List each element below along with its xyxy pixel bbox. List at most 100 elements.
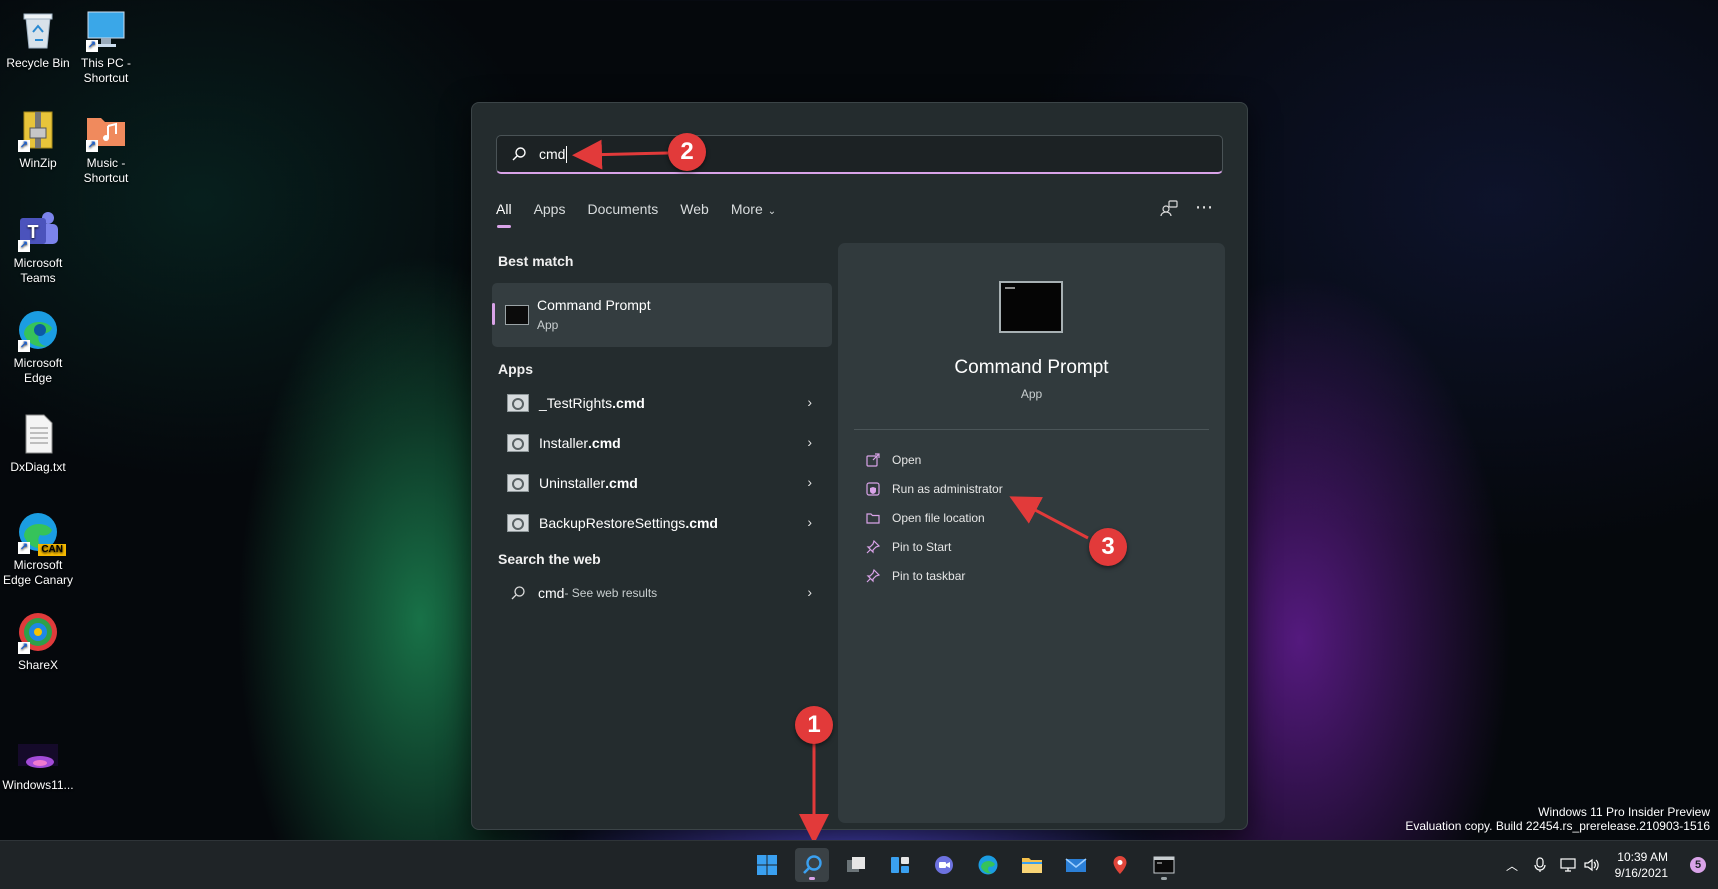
action-label: Pin to Start [892, 540, 952, 554]
tab-documents[interactable]: Documents [587, 201, 658, 217]
widgets-icon[interactable] [883, 848, 917, 882]
action-run-as-administrator[interactable]: Run as administrator [866, 478, 1003, 500]
action-pin-to-taskbar[interactable]: Pin to taskbar [866, 565, 965, 587]
system-tray: ︿ [1506, 841, 1600, 889]
sharex-icon: ↗ [16, 610, 60, 654]
desktop-icon-label: ShareX [17, 658, 59, 672]
desktop-icon-label: Microsoft Teams [13, 256, 63, 285]
results-list: Best match Command Prompt App Apps _Test… [492, 253, 832, 613]
desktop-icon-label: Recycle Bin [6, 56, 70, 70]
chevron-right-icon[interactable]: › [807, 474, 812, 490]
tab-more-label: More [730, 201, 763, 217]
command-prompt-large-icon [999, 281, 1063, 333]
web-query: cmd [538, 585, 565, 601]
mail-icon[interactable] [1059, 848, 1093, 882]
chevron-right-icon[interactable]: › [807, 584, 812, 600]
desktop-icon-this-pc[interactable]: ↗ This PC - Shortcut [68, 8, 144, 86]
action-label: Open file location [892, 511, 985, 525]
notification-badge[interactable]: 5 [1690, 857, 1706, 873]
item-name: Installer.cmd [539, 435, 621, 451]
running-indicator [1161, 877, 1167, 880]
list-item[interactable]: _TestRights.cmd › [492, 383, 832, 423]
chevron-right-icon[interactable]: › [807, 394, 812, 410]
search-web-heading: Search the web [498, 551, 601, 567]
list-item[interactable]: Installer.cmd › [492, 423, 832, 463]
annotation-badge-1: 1 [795, 706, 833, 744]
volume-icon[interactable] [1584, 858, 1600, 872]
desktop-icon-label: Music - Shortcut [83, 156, 129, 185]
action-pin-to-start[interactable]: Pin to Start [866, 536, 951, 558]
chevron-up-icon[interactable]: ︿ [1506, 857, 1518, 874]
desktop-icon-windows11-image[interactable]: Windows11... [0, 730, 76, 793]
shortcut-arrow-icon: ↗ [86, 140, 98, 152]
edge-icon[interactable] [971, 848, 1005, 882]
microphone-icon[interactable] [1534, 857, 1546, 873]
chevron-down-icon: ⌄ [767, 206, 777, 217]
active-indicator [809, 877, 815, 880]
shortcut-arrow-icon: ↗ [18, 542, 30, 554]
desktop-icon-sharex[interactable]: ↗ ShareX [0, 610, 76, 673]
chat-icon[interactable] [927, 848, 961, 882]
shortcut-arrow-icon: ↗ [18, 140, 30, 152]
best-match-type: App [537, 318, 559, 332]
item-name: BackupRestoreSettings.cmd [539, 515, 718, 531]
item-name: _TestRights.cmd [539, 395, 645, 411]
task-view-icon[interactable] [839, 848, 873, 882]
shortcut-arrow-icon: ↗ [18, 340, 30, 352]
annotation-badge-3: 3 [1089, 528, 1127, 566]
tab-web[interactable]: Web [680, 201, 709, 217]
clock[interactable]: 10:39 AM 9/16/2021 [1615, 849, 1668, 881]
desktop-icon-label: Windows11... [2, 778, 74, 792]
svg-text:T: T [28, 222, 39, 242]
web-search-item[interactable]: cmd - See web results › [492, 573, 832, 613]
shortcut-arrow-icon: ↗ [18, 642, 30, 654]
command-prompt-icon[interactable] [1147, 848, 1181, 882]
selection-indicator [492, 303, 495, 325]
more-options-icon[interactable]: ⋯ [1193, 198, 1215, 221]
cmd-file-icon [507, 514, 529, 532]
folder-icon [866, 513, 880, 524]
detail-type: App [1020, 387, 1043, 401]
web-results-hint: - See web results [564, 586, 658, 600]
list-item[interactable]: BackupRestoreSettings.cmd › [492, 503, 832, 543]
cmd-file-icon [507, 474, 529, 492]
shortcut-arrow-icon: ↗ [86, 40, 98, 52]
network-icon[interactable] [1560, 858, 1576, 872]
chevron-right-icon[interactable]: › [807, 514, 812, 530]
chevron-right-icon[interactable]: › [807, 434, 812, 450]
desktop-icon-label: This PC - Shortcut [80, 56, 131, 85]
recycle-bin-icon [16, 8, 60, 52]
desktop-icon-teams[interactable]: T ↗ Microsoft Teams [0, 208, 76, 286]
search-query: cmd [539, 146, 566, 162]
windows-start-icon[interactable] [750, 848, 784, 882]
best-match-heading: Best match [498, 253, 574, 269]
edge-icon: ↗ [16, 308, 60, 352]
text-caret [566, 145, 568, 163]
search-input[interactable]: cmd [496, 135, 1223, 174]
desktop-icon-recycle-bin[interactable]: Recycle Bin [0, 8, 76, 71]
item-name: Uninstaller.cmd [539, 475, 638, 491]
action-open-file-location[interactable]: Open file location [866, 507, 985, 529]
desktop-icon-dxdiag[interactable]: DxDiag.txt [0, 412, 76, 475]
search-icon [511, 586, 525, 600]
share-account-icon[interactable] [1158, 199, 1180, 221]
desktop-icon-music[interactable]: ↗ Music - Shortcut [68, 108, 144, 186]
tab-all[interactable]: All [496, 201, 512, 228]
tab-more[interactable]: More ⌄ [731, 201, 776, 217]
desktop-icon-winzip[interactable]: ↗ WinZip [0, 108, 76, 171]
list-item[interactable]: Uninstaller.cmd › [492, 463, 832, 503]
desktop-icon-edge[interactable]: ↗ Microsoft Edge [0, 308, 76, 386]
action-open[interactable]: Open [866, 449, 921, 471]
best-match-item[interactable]: Command Prompt App [492, 283, 832, 347]
maps-icon[interactable] [1103, 848, 1137, 882]
shortcut-arrow-icon: ↗ [18, 240, 30, 252]
evaluation-watermark: Windows 11 Pro Insider Preview Evaluatio… [1405, 805, 1710, 833]
edge-canary-icon: ↗ CAN [16, 510, 66, 556]
tab-apps[interactable]: Apps [534, 201, 566, 217]
file-explorer-icon[interactable] [1015, 848, 1049, 882]
search-icon[interactable] [795, 848, 829, 882]
pin-icon [866, 569, 880, 583]
search-filter-tabs: All Apps Documents Web More ⌄ [496, 201, 798, 228]
best-match-name: Command Prompt [537, 297, 651, 313]
desktop-icon-edge-canary[interactable]: ↗ CAN Microsoft Edge Canary [0, 510, 76, 588]
